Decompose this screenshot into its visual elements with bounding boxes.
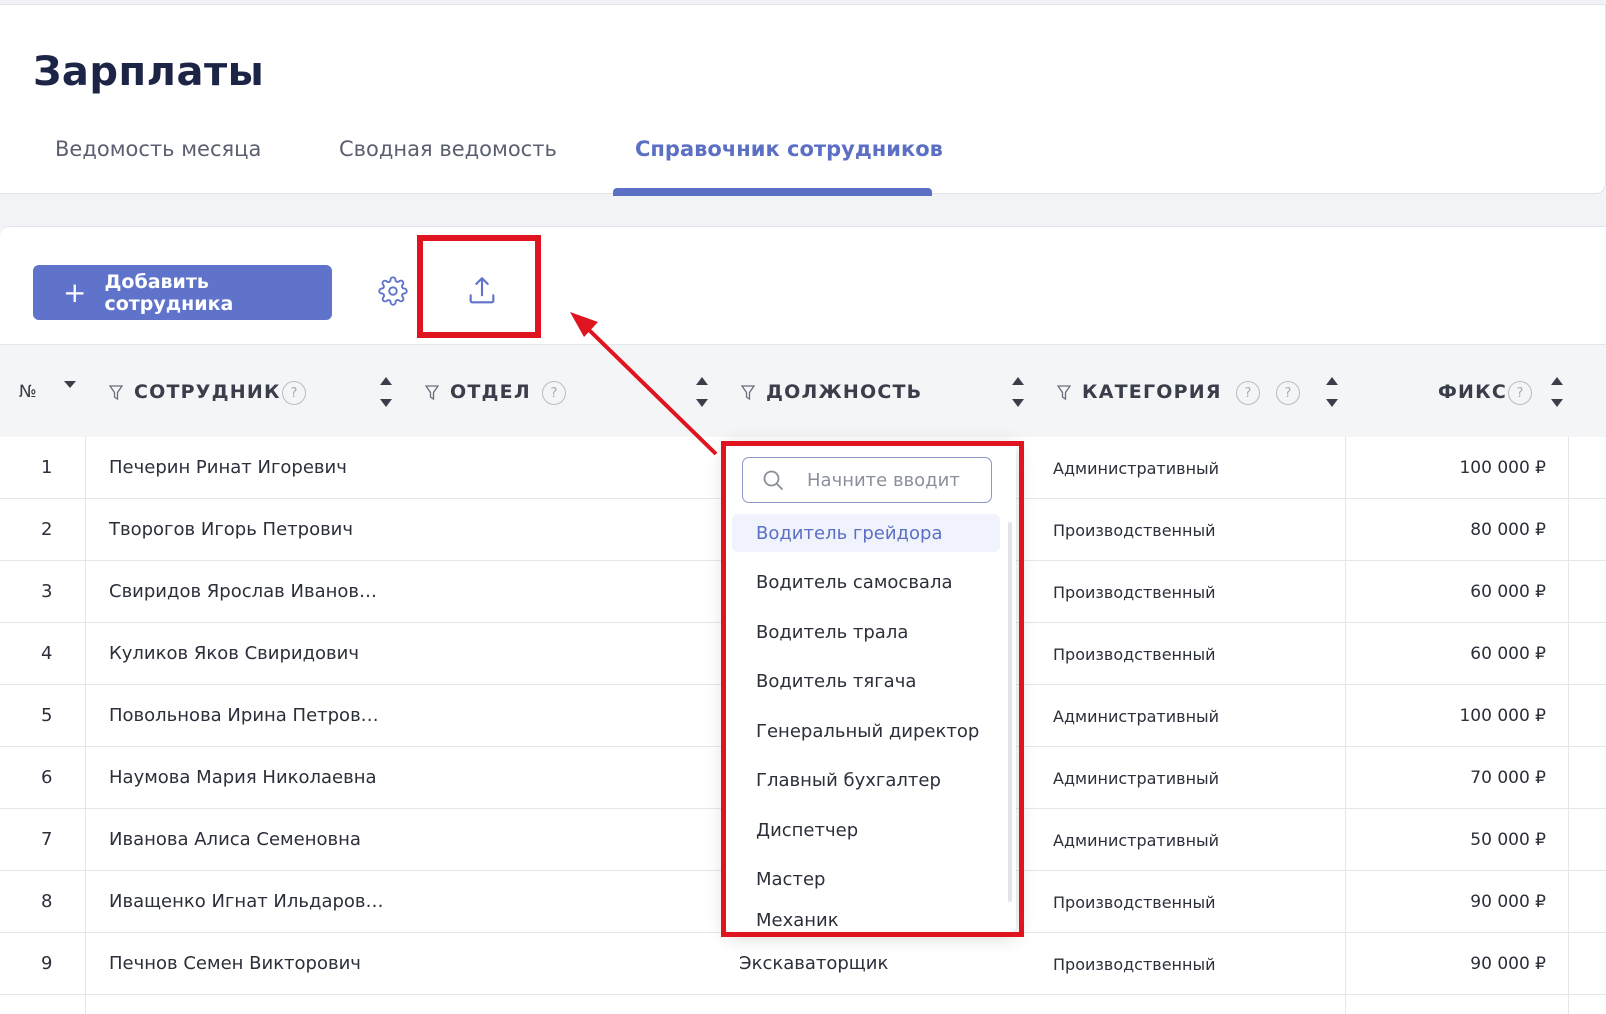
row-number: 9 — [41, 953, 53, 974]
employee-position[interactable]: Экскаваторщик — [739, 953, 888, 974]
row-number: 1 — [41, 457, 53, 478]
add-employee-button[interactable]: + Добавить сотрудника — [33, 265, 332, 320]
employee-fix: 60 000 ₽ — [1470, 644, 1546, 664]
column-header-position[interactable]: ДОЛЖНОСТЬ — [766, 381, 922, 403]
help-icon[interactable]: ? — [542, 381, 566, 405]
table-row[interactable]: 9 Печнов Семен Викторович Экскаваторщик … — [0, 933, 1606, 995]
sort-icon[interactable] — [1326, 377, 1338, 407]
column-header-employee[interactable]: СОТРУДНИК — [134, 381, 281, 403]
employee-name[interactable]: Наумова Мария Николаевна — [109, 767, 377, 788]
row-number: 3 — [41, 581, 53, 602]
add-employee-label: Добавить сотрудника — [104, 270, 234, 315]
employee-name[interactable]: Повольнова Ирина Петров… — [109, 705, 379, 726]
column-header-number: № — [19, 382, 37, 402]
highlight-box-upload — [417, 235, 541, 338]
row-number: 6 — [41, 767, 53, 788]
employee-category: Административный — [1053, 831, 1220, 850]
row-number: 5 — [41, 705, 53, 726]
column-divider — [1345, 437, 1346, 1014]
employee-category: Производственный — [1053, 583, 1216, 602]
tab-employee-directory[interactable]: Справочник сотрудников — [635, 137, 943, 161]
help-icon[interactable]: ? — [282, 381, 306, 405]
employee-fix: 90 000 ₽ — [1470, 954, 1546, 974]
column-header-category[interactable]: КАТЕГОРИЯ — [1082, 381, 1222, 403]
tab-summary-statement[interactable]: Сводная ведомость — [339, 137, 557, 161]
sort-icon[interactable] — [1012, 377, 1024, 407]
employee-fix: 100 000 ₽ — [1459, 706, 1546, 726]
employee-category: Административный — [1053, 459, 1220, 478]
filter-icon[interactable] — [425, 385, 439, 401]
filter-icon[interactable] — [109, 385, 123, 401]
highlight-box-dropdown — [721, 441, 1024, 937]
employee-fix: 70 000 ₽ — [1470, 768, 1546, 788]
employee-name[interactable]: Куликов Яков Свиридович — [109, 643, 359, 664]
employee-name[interactable]: Иващенко Игнат Ильдаров… — [109, 891, 384, 912]
sort-icon[interactable] — [380, 377, 392, 407]
employee-category: Административный — [1053, 769, 1220, 788]
employee-name[interactable]: Печнов Семен Викторович — [109, 953, 361, 974]
plus-icon: + — [63, 275, 87, 309]
page-title: Зарплаты — [33, 49, 265, 95]
column-header-department[interactable]: ОТДЕЛ — [450, 381, 531, 403]
table-header: № СОТРУДНИК ? ОТДЕЛ ? ДОЛЖНОСТЬ КАТЕГОРИ… — [0, 344, 1606, 437]
employee-category: Производственный — [1053, 645, 1216, 664]
employee-fix: 90 000 ₽ — [1470, 892, 1546, 912]
help-icon[interactable]: ? — [1236, 381, 1260, 405]
row-number: 4 — [41, 643, 53, 664]
employee-fix: 100 000 ₽ — [1459, 458, 1546, 478]
row-number: 7 — [41, 829, 53, 850]
row-number: 8 — [41, 891, 53, 912]
filter-icon[interactable] — [1057, 385, 1071, 401]
sort-icon[interactable] — [1551, 377, 1563, 407]
employee-name[interactable]: Творогов Игорь Петрович — [109, 519, 353, 540]
tab-monthly-statement[interactable]: Ведомость месяца — [55, 137, 261, 161]
help-icon[interactable]: ? — [1508, 381, 1532, 405]
employee-category: Производственный — [1053, 955, 1216, 974]
sort-icon[interactable] — [696, 377, 708, 407]
column-divider — [1568, 437, 1569, 1014]
column-header-fix[interactable]: ФИКС — [1438, 381, 1507, 403]
column-divider — [85, 437, 86, 1014]
employee-fix: 50 000 ₽ — [1470, 830, 1546, 850]
gear-icon[interactable] — [378, 276, 408, 306]
help-icon[interactable]: ? — [1276, 381, 1300, 405]
employee-name[interactable]: Свиридов Ярослав Иванов… — [109, 581, 377, 602]
active-tab-indicator — [613, 188, 932, 196]
employee-fix: 60 000 ₽ — [1470, 582, 1546, 602]
filter-icon[interactable] — [741, 385, 755, 401]
employee-category: Производственный — [1053, 521, 1216, 540]
caret-down-icon[interactable] — [64, 381, 76, 388]
employee-category: Административный — [1053, 707, 1220, 726]
row-number: 2 — [41, 519, 53, 540]
employee-name[interactable]: Иванова Алиса Семеновна — [109, 829, 361, 850]
employee-category: Производственный — [1053, 893, 1216, 912]
header-card: Зарплаты Ведомость месяца Сводная ведомо… — [0, 4, 1606, 196]
employee-name[interactable]: Печерин Ринат Игоревич — [109, 457, 347, 478]
employee-fix: 80 000 ₽ — [1470, 520, 1546, 540]
